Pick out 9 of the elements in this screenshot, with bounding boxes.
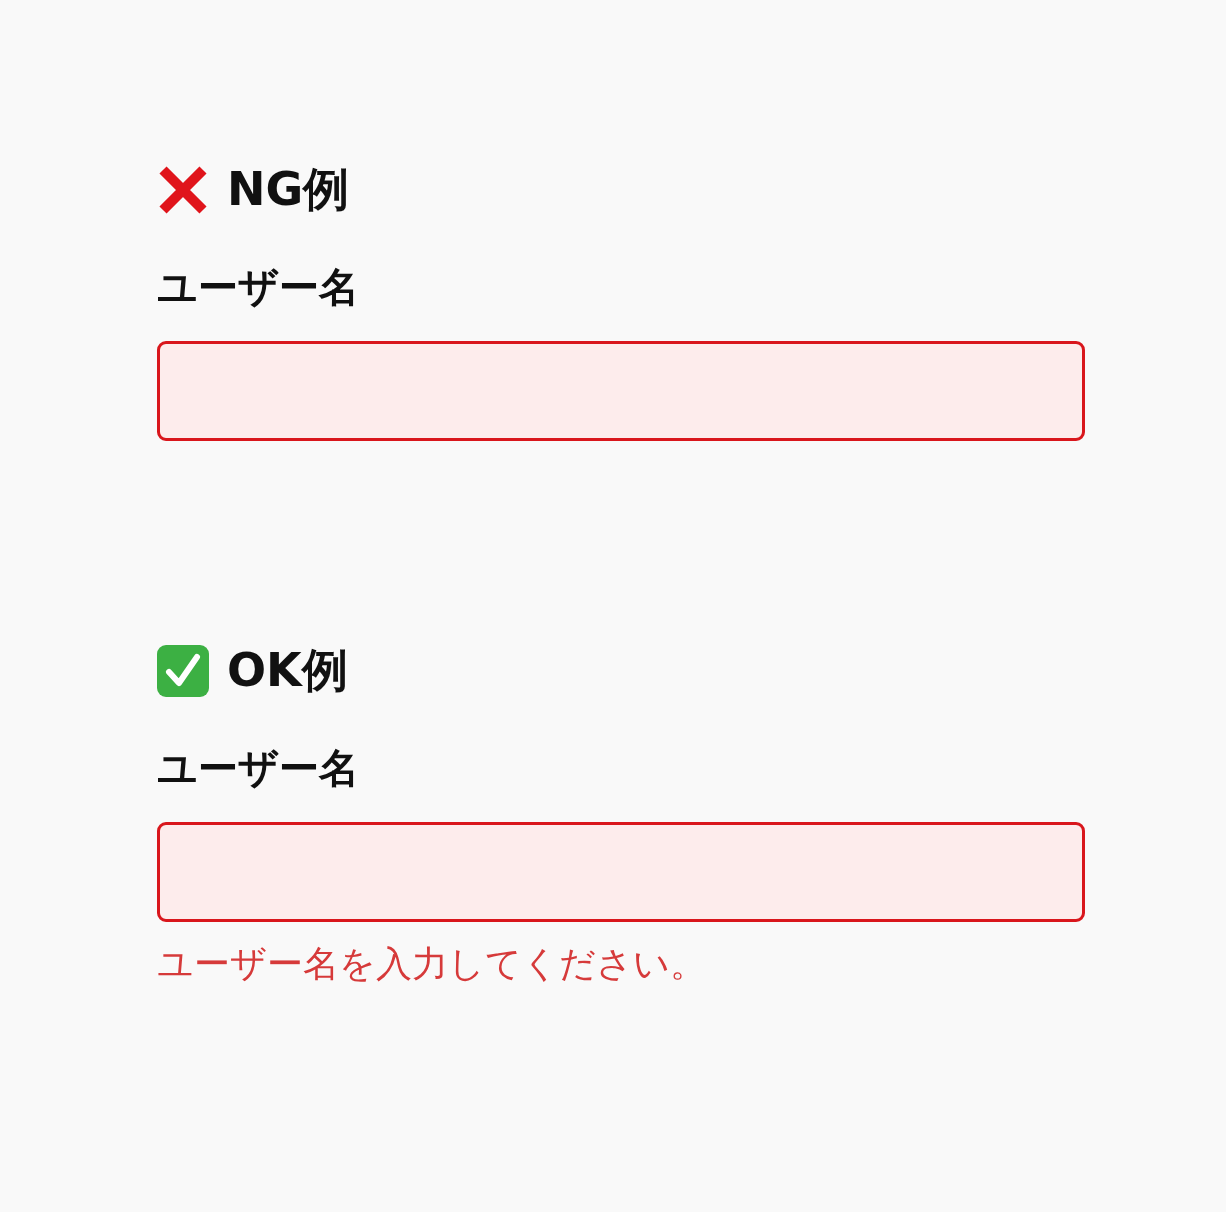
error-message: ユーザー名を入力してください。 bbox=[157, 942, 706, 986]
input-field[interactable] bbox=[157, 341, 1085, 441]
input-field[interactable] bbox=[157, 822, 1085, 922]
section-title: NG例 bbox=[227, 161, 350, 218]
field-label: ユーザー名 bbox=[157, 263, 359, 312]
field-label: ユーザー名 bbox=[157, 744, 359, 793]
check-icon bbox=[157, 645, 209, 697]
cross-icon bbox=[157, 164, 209, 216]
section-title: OK例 bbox=[227, 642, 348, 699]
